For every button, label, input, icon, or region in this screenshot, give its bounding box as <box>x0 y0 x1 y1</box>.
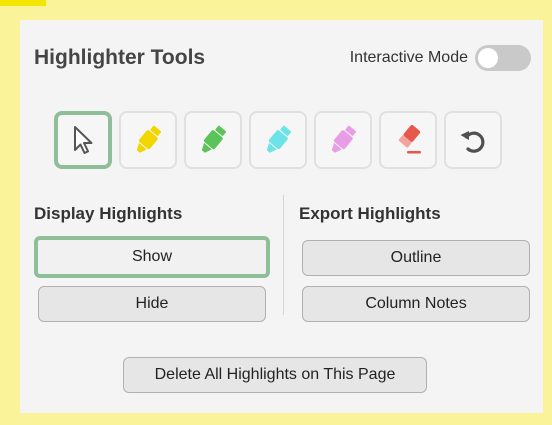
highlighter-panel: Highlighter Tools Interactive Mode Displ… <box>20 20 543 413</box>
select-tool-button[interactable] <box>54 111 112 169</box>
corner-accent <box>0 0 46 6</box>
pink-highlighter-button[interactable] <box>314 111 372 169</box>
show-button[interactable]: Show <box>34 236 270 278</box>
section-divider <box>283 195 284 315</box>
cyan-highlighter-button[interactable] <box>249 111 307 169</box>
delete-all-highlights-button[interactable]: Delete All Highlights on This Page <box>123 357 427 393</box>
column-notes-button[interactable]: Column Notes <box>302 286 530 322</box>
undo-button[interactable] <box>444 111 502 169</box>
eraser-button[interactable] <box>379 111 437 169</box>
interactive-mode-toggle[interactable] <box>475 45 531 71</box>
hide-button[interactable]: Hide <box>38 286 266 322</box>
interactive-mode-control: Interactive Mode <box>350 45 531 71</box>
green-highlighter-button[interactable] <box>184 111 242 169</box>
interactive-mode-label: Interactive Mode <box>349 49 468 66</box>
pink-highlighter-icon <box>331 125 357 153</box>
yellow-highlighter-icon <box>136 125 162 153</box>
export-highlights-title: Export Highlights <box>299 204 441 223</box>
undo-icon <box>460 131 485 153</box>
cyan-highlighter-icon <box>266 125 292 153</box>
panel-title: Highlighter Tools <box>34 46 206 69</box>
yellow-highlighter-button[interactable] <box>119 111 177 169</box>
green-highlighter-icon <box>201 125 227 153</box>
toggle-knob <box>478 48 498 68</box>
tool-row <box>54 111 502 169</box>
eraser-icon <box>398 125 421 154</box>
select-cursor-icon <box>74 126 93 154</box>
outline-button[interactable]: Outline <box>302 240 530 276</box>
display-highlights-title: Display Highlights <box>34 204 183 223</box>
